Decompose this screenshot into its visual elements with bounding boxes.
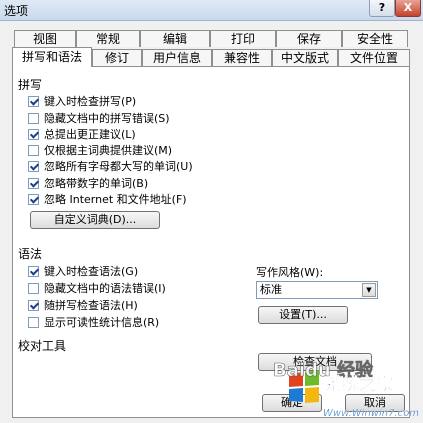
checkbox[interactable] (28, 160, 39, 172)
readability-statistics-option[interactable]: 显示可读性统计信息(R) (28, 314, 159, 330)
checkbox[interactable] (28, 128, 39, 140)
tab-label: 常规 (95, 32, 120, 46)
tab-spelling-grammar[interactable]: 拼写和语法 (12, 47, 92, 67)
tab-label: 中文版式 (280, 51, 329, 65)
tab-print[interactable]: 打印 (210, 30, 276, 47)
option-label: 显示可读性统计信息(R) (44, 316, 160, 329)
option-label: 键入时检查拼写(P) (44, 95, 137, 108)
writing-style-select[interactable]: 标准 ▼ (256, 281, 378, 299)
option-label: 忽略带数字的单词(B) (44, 177, 149, 190)
tab-user-info[interactable]: 用户信息 (142, 49, 212, 66)
proofing-tools-title: 校对工具 (18, 339, 67, 353)
tab-label: 修订 (104, 51, 129, 65)
tab-label: 编辑 (162, 32, 187, 46)
ignore-words-with-numbers-option[interactable]: 忽略带数字的单词(B) (28, 175, 148, 191)
checkbox[interactable] (28, 316, 39, 328)
tab-general[interactable]: 常规 (76, 30, 140, 47)
tab-label: 用户信息 (152, 51, 201, 65)
checkbox[interactable] (28, 299, 39, 311)
checkbox[interactable] (28, 112, 39, 124)
close-button[interactable]: X (395, 0, 421, 17)
grammar-settings-button[interactable]: 设置(T)... (258, 306, 348, 324)
checkbox[interactable] (28, 265, 39, 277)
tab-label: 保存 (296, 32, 321, 46)
check-grammar-as-you-type-option[interactable]: 键入时检查语法(G) (28, 263, 138, 279)
check-spelling-as-you-type-option[interactable]: 键入时检查拼写(P) (28, 93, 136, 109)
tab-asian-typography[interactable]: 中文版式 (272, 49, 338, 66)
main-dictionary-only-option[interactable]: 仅根据主词典提供建议(M) (28, 142, 172, 158)
check-grammar-with-spelling-option[interactable]: 随拼写检查语法(H) (28, 297, 138, 313)
ignore-uppercase-option[interactable]: 忽略所有字母都大写的单词(U) (28, 158, 193, 174)
option-label: 忽略所有字母都大写的单词(U) (44, 160, 193, 173)
checkbox[interactable] (28, 193, 39, 205)
hide-grammar-errors-option[interactable]: 隐藏文档中的语法错误(I) (28, 280, 166, 296)
tab-label: 拼写和语法 (21, 50, 82, 64)
tab-label: 视图 (32, 32, 57, 46)
option-label: 隐藏文档中的拼写错误(S) (44, 112, 170, 125)
ignore-internet-addresses-option[interactable]: 忽略 Internet 和文件地址(F) (28, 191, 187, 207)
tab-compatibility[interactable]: 兼容性 (212, 49, 272, 66)
option-label: 键入时检查语法(G) (44, 265, 139, 278)
grammar-group-title: 语法 (18, 247, 43, 261)
help-button[interactable]: ? (369, 0, 395, 17)
tab-label: 安全性 (356, 32, 393, 46)
watermark-url-text: Www.Winwin7.com (323, 408, 419, 419)
tab-label: 兼容性 (223, 51, 260, 65)
checkbox[interactable] (28, 177, 39, 189)
writing-style-label: 写作风格(W): (256, 266, 324, 279)
tab-track-changes[interactable]: 修订 (92, 49, 142, 66)
option-label: 随拼写检查语法(H) (44, 299, 138, 312)
tab-save[interactable]: 保存 (276, 30, 342, 47)
checkbox[interactable] (28, 144, 39, 156)
checkbox[interactable] (28, 282, 39, 294)
writing-style-value: 标准 (260, 283, 282, 296)
window-title: 选项 (4, 4, 29, 18)
options-dialog: 选项 ? X 视图 常规 编辑 打印 保存 安全性 拼写和语法 修订 用户信息 … (0, 0, 423, 423)
chevron-down-icon[interactable]: ▼ (362, 283, 376, 297)
tab-edit[interactable]: 编辑 (140, 30, 210, 47)
always-suggest-corrections-option[interactable]: 总提出更正建议(L) (28, 126, 136, 142)
checkbox[interactable] (28, 95, 39, 107)
custom-dictionaries-button[interactable]: 自定义词典(D)... (30, 211, 160, 229)
hide-spelling-errors-option[interactable]: 隐藏文档中的拼写错误(S) (28, 110, 170, 126)
tab-security[interactable]: 安全性 (342, 30, 408, 47)
option-label: 总提出更正建议(L) (44, 128, 136, 141)
spelling-group-title: 拼写 (18, 78, 43, 92)
watermark-brand-text: 系统之家 (325, 374, 393, 395)
tab-label: 文件位置 (349, 51, 398, 65)
tab-view[interactable]: 视图 (14, 30, 76, 47)
title-bar: 选项 ? X (0, 0, 423, 21)
tab-label: 打印 (230, 32, 255, 46)
close-icon: X (403, 1, 413, 14)
option-label: 忽略 Internet 和文件地址(F) (44, 193, 187, 206)
option-label: 仅根据主词典提供建议(M) (44, 144, 173, 157)
option-label: 隐藏文档中的语法错误(I) (44, 282, 166, 295)
watermark-logo: Baidu 经验 系统之家 Www.Winwin7.com (273, 359, 420, 419)
help-icon: ? (378, 1, 386, 14)
tab-file-locations[interactable]: 文件位置 (338, 49, 410, 66)
